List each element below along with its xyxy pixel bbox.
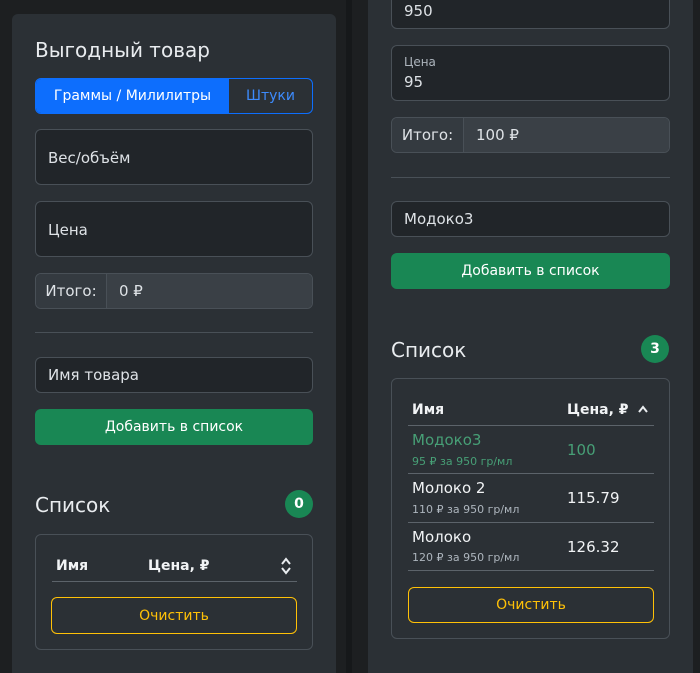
row-divider: [408, 570, 654, 571]
tab-grams[interactable]: Граммы / Милилитры: [36, 79, 229, 113]
sort-up-icon[interactable]: [637, 402, 649, 416]
total-group: Итого: 0 ₽: [35, 273, 313, 309]
item-name-input[interactable]: Имя товара: [35, 357, 313, 393]
item-name-placeholder: Имя товара: [48, 366, 139, 384]
item-price: 100: [567, 441, 596, 459]
item-price: 126.32: [567, 538, 620, 556]
item-name: Молоко 2: [412, 479, 486, 497]
list-title: Список: [35, 493, 111, 517]
column-header-price[interactable]: Цена, ₽: [567, 402, 629, 418]
price-input[interactable]: Цена 95: [391, 45, 670, 101]
add-to-list-button[interactable]: Добавить в список: [35, 409, 313, 445]
mode-switch: Граммы / Милилитры Штуки: [35, 78, 313, 114]
list-title: Список: [391, 338, 467, 362]
price-value: 95: [404, 73, 424, 91]
item-detail: 120 ₽ за 950 гр/мл: [412, 551, 520, 564]
table-header-line: [52, 581, 297, 582]
item-detail: 95 ₽ за 950 гр/мл: [412, 455, 513, 468]
panel-divider: [346, 0, 352, 673]
column-header-name[interactable]: Имя: [56, 558, 88, 574]
item-detail: 110 ₽ за 950 гр/мл: [412, 503, 520, 516]
price-placeholder: Цена: [48, 221, 88, 239]
item-name-value: Модоко3: [404, 210, 474, 228]
total-group: Итого: 100 ₽: [391, 117, 670, 153]
section-divider: [391, 177, 670, 178]
column-header-price[interactable]: Цена, ₽: [148, 558, 210, 574]
price-input[interactable]: Цена: [35, 201, 313, 257]
price-floating-label: Цена: [404, 55, 436, 69]
item-name: Молоко: [412, 528, 472, 546]
page-title: Выгодный товар: [35, 38, 210, 62]
total-value: 0 ₽: [107, 274, 312, 308]
clear-button[interactable]: Очистить: [408, 587, 654, 623]
weight-value: 950: [404, 2, 433, 20]
row-divider: [408, 522, 654, 523]
item-name-input[interactable]: Модоко3: [391, 201, 670, 237]
item-name: Модоко3: [412, 431, 482, 449]
total-value: 100 ₽: [464, 118, 669, 152]
section-divider: [35, 332, 313, 333]
tab-pieces[interactable]: Штуки: [229, 79, 312, 113]
table-header-line: [408, 425, 654, 426]
row-divider: [408, 473, 654, 474]
list-count-badge: 3: [641, 335, 669, 363]
item-price: 115.79: [567, 489, 620, 507]
column-header-name[interactable]: Имя: [412, 402, 444, 418]
list-count-badge: 0: [285, 490, 313, 518]
add-to-list-button[interactable]: Добавить в список: [391, 253, 670, 289]
total-label: Итого:: [392, 118, 464, 152]
total-label: Итого:: [36, 274, 107, 308]
weight-placeholder: Вес/объём: [48, 149, 131, 167]
sort-both-icon[interactable]: [280, 557, 292, 575]
clear-button[interactable]: Очистить: [51, 597, 297, 634]
weight-input[interactable]: Вес/объём: [35, 129, 313, 185]
weight-input[interactable]: 950: [391, 0, 670, 29]
